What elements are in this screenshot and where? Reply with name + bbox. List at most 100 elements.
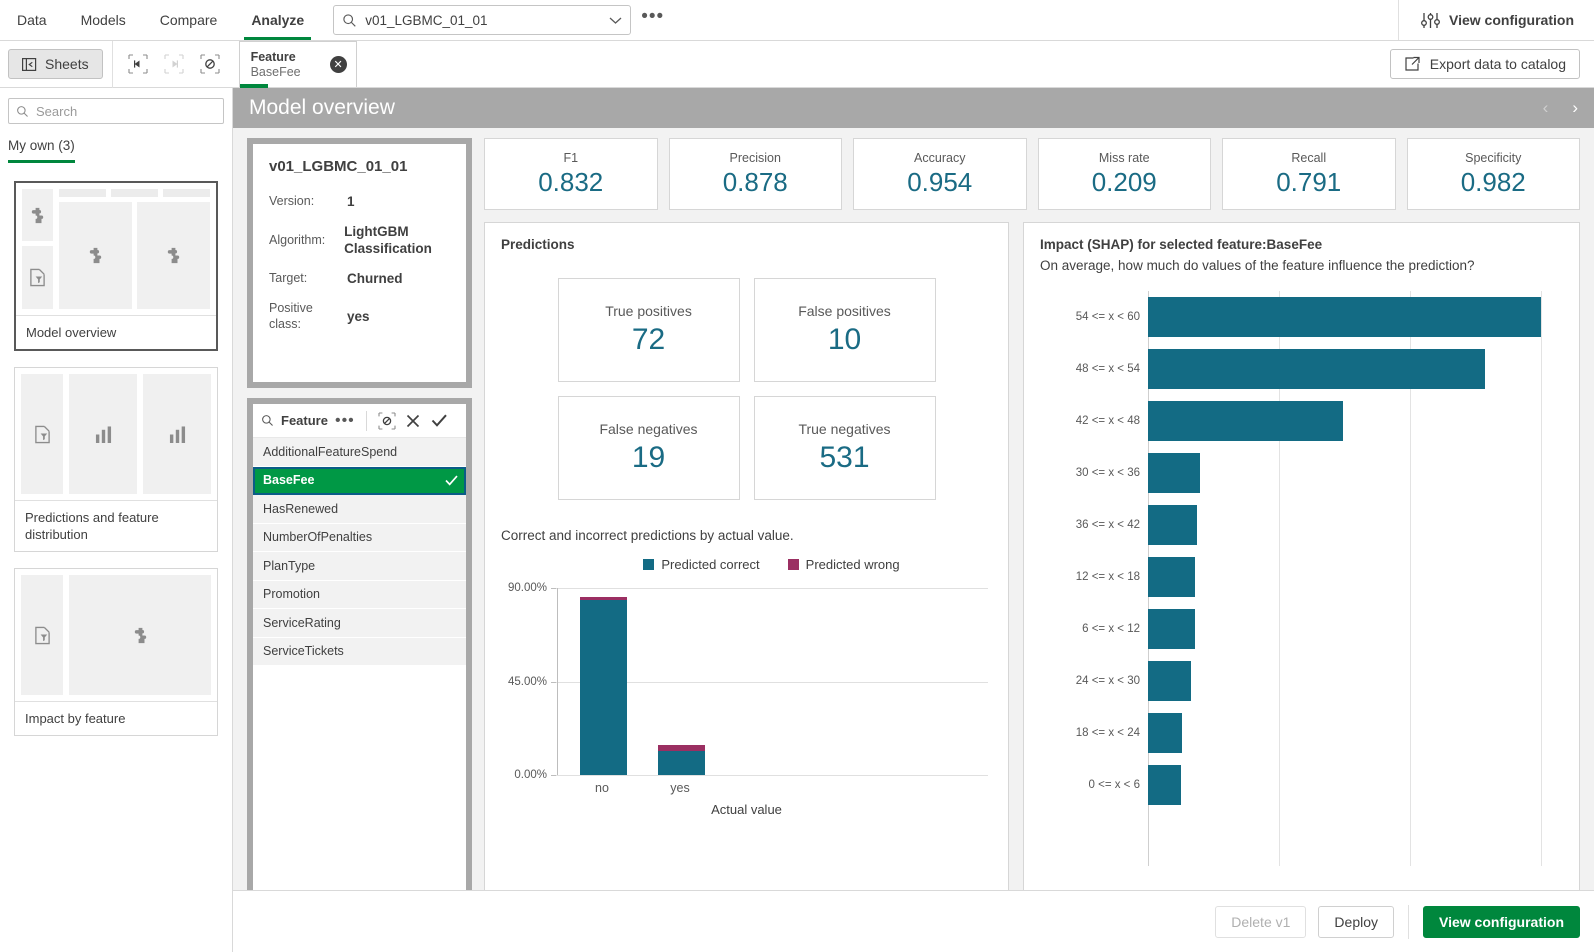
topbar-more-options-button[interactable]: ••• [641, 11, 664, 29]
view-configuration-button[interactable]: View configuration [1423, 906, 1580, 938]
shap-bar-chart[interactable]: 54 <= x < 6048 <= x < 54 42 <= x < 48 30 <… [1040, 291, 1563, 866]
legend-item-predicted-wrong[interactable]: Predicted wrong [788, 557, 900, 572]
legend-label: Predicted wrong [806, 557, 900, 572]
dashboard-grid: v01_LGBMC_01_01 Version: 1 Algorithm: Li… [233, 128, 1594, 148]
feature-list-item[interactable]: AdditionalFeatureSpend [253, 438, 466, 467]
shap-bar-row[interactable]: 30 <= x < 36 [1040, 447, 1563, 499]
shap-bar[interactable] [1148, 453, 1200, 493]
sheets-toggle-button[interactable]: Sheets [8, 49, 103, 79]
shap-bar[interactable] [1148, 609, 1195, 649]
bar-segment-predicted-correct[interactable] [658, 751, 705, 775]
nav-tab-compare[interactable]: Compare [143, 0, 235, 40]
feature-list-item[interactable]: PlanType [253, 552, 466, 581]
export-data-to-catalog-button[interactable]: Export data to catalog [1390, 49, 1580, 79]
legend-item-predicted-correct[interactable]: Predicted correct [643, 557, 759, 572]
shap-bar-row[interactable]: 36 <= x < 42 [1040, 499, 1563, 551]
shap-bar[interactable] [1148, 661, 1191, 701]
shap-bar[interactable] [1148, 349, 1485, 389]
shap-bar-row[interactable]: 24 <= x < 30 [1040, 655, 1563, 707]
bar-segment-predicted-correct[interactable] [580, 600, 627, 775]
tab-my-own[interactable]: My own (3) [8, 138, 75, 163]
feature-list-item[interactable]: Promotion [253, 581, 466, 610]
model-info-key: Target: [269, 270, 347, 287]
y-axis-tick-label: 90.00% [501, 582, 547, 594]
kpi-row: F1 0.832 Precision 0.878 Accuracy 0.954 … [484, 138, 1580, 210]
nav-tab-analyze[interactable]: Analyze [234, 0, 321, 40]
kpi-label: F1 [563, 151, 578, 165]
shap-bar-row[interactable]: 42 <= x < 48 [1040, 395, 1563, 447]
chevron-down-icon[interactable] [609, 16, 622, 25]
confusion-cell-true-positives: True positives 72 [558, 278, 740, 382]
filter-pane-icon [29, 268, 46, 287]
feature-list-item[interactable]: ServiceRating [253, 609, 466, 638]
shap-bar-row[interactable]: 48 <= x < 54 [1040, 343, 1563, 395]
clear-selection-icon[interactable] [378, 411, 397, 430]
next-sheet-button[interactable]: › [1572, 98, 1578, 118]
x-axis-title: Actual value [501, 802, 992, 817]
feature-label: Promotion [263, 587, 320, 601]
cancel-selection-icon[interactable] [404, 411, 423, 430]
feature-list-item[interactable]: HasRenewed [253, 495, 466, 524]
sheet-label: Impact by feature [15, 701, 217, 735]
shap-bar-row[interactable]: 18 <= x < 24 [1040, 707, 1563, 759]
legend-swatch [643, 559, 654, 570]
sheet-card-impact-by-feature[interactable]: Impact by feature [14, 568, 218, 736]
deploy-button[interactable]: Deploy [1318, 906, 1394, 938]
feature-label: ServiceTickets [263, 644, 344, 658]
shap-bar-row[interactable]: 12 <= x < 18 [1040, 551, 1563, 603]
predictions-bar-chart[interactable]: 0.00%45.00%90.00%noyesActual value [501, 580, 992, 805]
sheet-card-model-overview[interactable]: Model overview [14, 181, 218, 351]
shap-bar[interactable] [1148, 505, 1197, 545]
shap-category-label: 42 <= x < 48 [1040, 415, 1140, 427]
stacked-bar[interactable] [658, 745, 705, 775]
shap-bar[interactable] [1148, 401, 1343, 441]
shap-bar[interactable] [1148, 765, 1181, 805]
feature-list-item-selected[interactable]: BaseFee [253, 467, 466, 496]
chart-gridline [556, 775, 988, 776]
model-info-row: Positive class: yes [269, 300, 450, 332]
model-info-value: 1 [347, 193, 355, 210]
model-info-value: LightGBM Classification [344, 223, 450, 257]
confirm-selection-icon[interactable] [430, 411, 449, 430]
kpi-label: Specificity [1465, 151, 1521, 165]
feature-list-item[interactable]: ServiceTickets [253, 638, 466, 667]
cell-label: False negatives [599, 421, 697, 437]
clear-selections-icon[interactable] [199, 53, 221, 75]
stacked-bar[interactable] [580, 597, 627, 775]
shap-category-label: 0 <= x < 6 [1040, 779, 1140, 791]
model-info-row: Target: Churned [269, 270, 450, 287]
selection-chip-feature[interactable]: Feature BaseFee ✕ [239, 41, 357, 87]
feature-pane-header: Feature ••• [253, 404, 466, 438]
close-icon[interactable]: ✕ [330, 56, 347, 73]
shap-bar[interactable] [1148, 713, 1182, 753]
shap-category-label: 18 <= x < 24 [1040, 727, 1140, 739]
feature-list-item[interactable]: NumberOfPenalties [253, 524, 466, 553]
nav-tab-data[interactable]: Data [0, 0, 64, 40]
view-configuration-top-button[interactable]: View configuration [1398, 0, 1594, 40]
model-search-dropdown[interactable]: v01_LGBMC_01_01 [333, 5, 631, 35]
main-content: Model overview ‹ › v01_LGBMC_01_01 Versi… [233, 88, 1594, 952]
y-axis-tick-label: 0.00% [501, 769, 547, 781]
app-root: Data Models Compare Analyze v01_LGBMC_01… [0, 0, 1594, 952]
shap-bar-row[interactable]: 0 <= x < 6 [1040, 759, 1563, 811]
shap-impact-panel: Impact (SHAP) for selected feature:BaseF… [1023, 222, 1580, 952]
shap-bar-row[interactable]: 54 <= x < 60 [1040, 291, 1563, 343]
sheets-sidebar: Search My own (3) [0, 88, 233, 952]
confusion-matrix: True positives 72 False positives 10 Fal… [501, 278, 992, 500]
step-back-icon[interactable] [127, 53, 149, 75]
nav-tab-models[interactable]: Models [64, 0, 143, 40]
feature-label: ServiceRating [263, 616, 341, 630]
sheet-card-predictions-and-feature-distribution[interactable]: Predictions and feature distribution [14, 367, 218, 552]
search-icon[interactable] [261, 414, 274, 427]
legend-label: Predicted correct [661, 557, 759, 572]
shap-bar[interactable] [1148, 297, 1541, 337]
shap-bar-row[interactable]: 6 <= x < 12 [1040, 603, 1563, 655]
sheet-thumbnail [15, 368, 217, 500]
sheet-search-input[interactable]: Search [8, 98, 224, 124]
model-info-key: Version: [269, 193, 347, 210]
feature-pane-more-button[interactable]: ••• [335, 417, 355, 425]
step-forward-icon[interactable] [163, 53, 185, 75]
shap-bar[interactable] [1148, 557, 1195, 597]
delete-version-button[interactable]: Delete v1 [1215, 906, 1306, 938]
previous-sheet-button[interactable]: ‹ [1543, 98, 1549, 118]
